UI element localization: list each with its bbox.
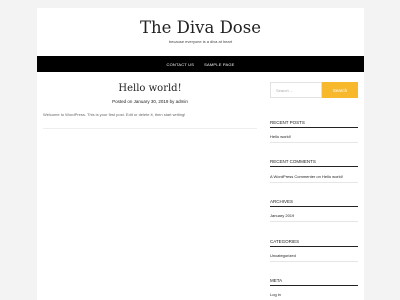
archive-item: January 2019 xyxy=(270,213,358,218)
post-title[interactable]: Hello world! xyxy=(37,83,263,94)
post-date-link[interactable]: January 30, 2019 xyxy=(134,99,169,104)
post-content: Welcome to WordPress. This is your first… xyxy=(43,112,186,117)
meta-item: Log in xyxy=(270,292,358,297)
comment-author-link[interactable]: A WordPress Commenter xyxy=(270,174,315,179)
widget-separator xyxy=(270,142,358,143)
main-navigation: CONTACT US SAMPLE PAGE xyxy=(37,56,364,72)
meta-link-log-in[interactable]: Log in xyxy=(270,292,281,297)
page-container: The Diva Dose because everyone is a diva… xyxy=(37,8,364,300)
widget-title-categories: CATEGORIES xyxy=(270,239,358,247)
search-input[interactable] xyxy=(270,82,322,98)
post-meta-by: by xyxy=(168,99,176,104)
comment-post-link[interactable]: Hello world! xyxy=(322,174,343,179)
nav-item-sample-page[interactable]: SAMPLE PAGE xyxy=(204,62,234,67)
search-button[interactable]: Search xyxy=(322,82,358,98)
recent-post-link[interactable]: Hello world! xyxy=(270,134,291,139)
widget-title-recent-posts: RECENT POSTS xyxy=(270,120,358,128)
archive-link-january-2019[interactable]: January 2019 xyxy=(270,213,294,218)
widget-separator xyxy=(270,261,358,262)
comment-on-text: on xyxy=(315,174,322,179)
recent-post-item: Hello world! xyxy=(270,134,358,139)
site-tagline: because everyone is a diva at heart xyxy=(168,39,233,44)
nav-item-contact-us[interactable]: CONTACT US xyxy=(167,62,195,67)
widget-separator xyxy=(270,182,358,183)
post-divider xyxy=(43,128,257,129)
widget-separator xyxy=(270,221,358,222)
category-item: Uncategorized xyxy=(270,253,358,258)
post-author-link[interactable]: admin xyxy=(176,99,188,104)
category-link-uncategorized[interactable]: Uncategorized xyxy=(270,253,296,258)
post-meta: Posted on January 30, 2019 by admin xyxy=(37,99,263,104)
widget-title-meta: META xyxy=(270,278,358,286)
site-title[interactable]: The Diva Dose xyxy=(37,18,364,37)
recent-comment-item: A WordPress Commenter on Hello world! xyxy=(270,174,358,179)
widget-title-recent-comments: RECENT COMMENTS xyxy=(270,159,358,167)
widget-title-archives: ARCHIVES xyxy=(270,199,358,207)
post-meta-prefix: Posted on xyxy=(112,99,134,104)
